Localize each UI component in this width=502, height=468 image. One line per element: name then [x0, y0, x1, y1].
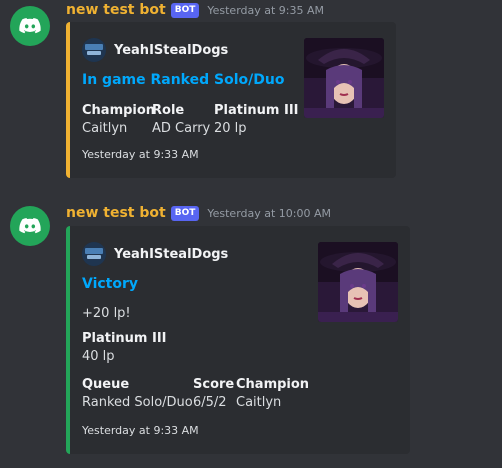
bot-avatar[interactable]	[10, 206, 50, 246]
bot-avatar[interactable]	[10, 6, 50, 46]
field-name: Queue	[82, 377, 130, 392]
field-value: 20 lp	[214, 121, 247, 136]
embed-author: YeahIStealDogs	[82, 242, 228, 266]
field-name: Platinum III	[82, 331, 167, 346]
message-2: new test bot BOT Yesterday at 10:00 AM Y…	[0, 200, 502, 468]
bot-badge: BOT	[170, 205, 200, 221]
field-name: Platinum III	[214, 103, 299, 118]
summoner-icon	[82, 38, 106, 62]
embed-footer: Yesterday at 9:33 AM	[82, 148, 199, 161]
embed-field: Score 6/5/2	[193, 376, 234, 412]
embed-field: Queue Ranked Solo/Duo	[82, 376, 193, 412]
embed-author-name[interactable]: YeahIStealDogs	[114, 43, 228, 58]
embed-title[interactable]: In game Ranked Solo/Duo	[82, 72, 284, 88]
message-header: new test bot BOT Yesterday at 10:00 AM	[66, 203, 331, 223]
field-value: Caitlyn	[82, 121, 128, 136]
field-value: Caitlyn	[236, 395, 282, 410]
embed-field: Champion Caitlyn	[236, 376, 309, 412]
message-1: new test bot BOT Yesterday at 9:35 AM Ye…	[0, 0, 502, 190]
bot-badge: BOT	[170, 2, 200, 18]
embed-description: +20 lp!	[82, 306, 131, 321]
embed-field: Role AD Carry	[152, 102, 210, 138]
embed-author-name[interactable]: YeahIStealDogs	[114, 247, 228, 262]
field-value: AD Carry	[152, 121, 211, 136]
embed-footer: Yesterday at 9:33 AM	[82, 424, 199, 437]
username[interactable]: new test bot	[66, 205, 166, 221]
field-value: Ranked Solo/Duo	[82, 395, 193, 410]
field-value: 6/5/2	[193, 395, 227, 410]
embed-card: YeahIStealDogs In game Ranked Solo/Duo C…	[66, 22, 396, 178]
champion-portrait[interactable]	[304, 38, 384, 118]
field-name: Score	[193, 377, 235, 392]
embed-rank-field: Platinum III 40 lp	[82, 330, 167, 366]
field-name: Role	[152, 103, 185, 118]
field-name: Champion	[236, 377, 310, 392]
discord-logo-icon	[19, 18, 41, 34]
embed-author: YeahIStealDogs	[82, 38, 228, 62]
field-name: Champion	[82, 103, 156, 118]
embed-title[interactable]: Victory	[82, 276, 138, 292]
message-timestamp[interactable]: Yesterday at 10:00 AM	[207, 207, 331, 220]
embed-field: Champion Caitlyn	[82, 102, 155, 138]
summoner-icon	[82, 242, 106, 266]
champion-portrait[interactable]	[318, 242, 398, 322]
field-value: 40 lp	[82, 349, 115, 364]
embed-card: YeahIStealDogs Victory +20 lp! Platinum …	[66, 226, 410, 454]
message-timestamp[interactable]: Yesterday at 9:35 AM	[207, 4, 324, 17]
embed-field: Platinum III 20 lp	[214, 102, 299, 138]
username[interactable]: new test bot	[66, 2, 166, 18]
discord-logo-icon	[19, 218, 41, 234]
message-header: new test bot BOT Yesterday at 9:35 AM	[66, 0, 324, 20]
